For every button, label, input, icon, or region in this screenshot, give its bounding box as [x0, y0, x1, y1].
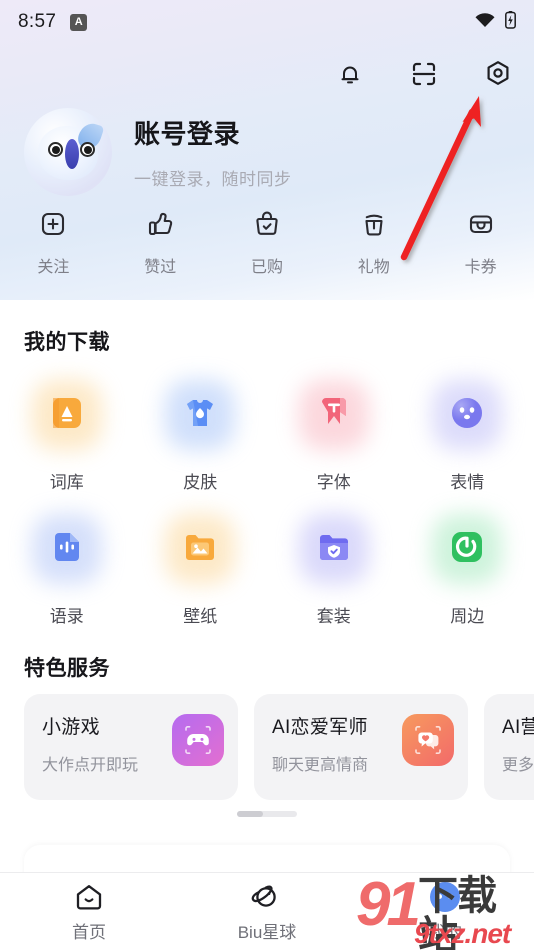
wallpaper-folder-icon — [177, 524, 223, 570]
section-title-downloads: 我的下载 — [24, 331, 110, 354]
quick-action-follow[interactable]: 关注 — [0, 205, 107, 277]
tile-background — [292, 372, 375, 454]
profile-header[interactable]: 账号登录 一键登录，随时同步 — [0, 108, 534, 196]
font-bookmark-icon — [311, 390, 357, 436]
download-item-label: 表情 — [450, 473, 485, 492]
scan-icon[interactable] — [402, 52, 446, 96]
battery-icon — [505, 10, 516, 34]
download-item-font[interactable]: 字体 — [267, 372, 401, 493]
quick-action-purchased[interactable]: 已购 — [214, 205, 321, 277]
tile-background — [25, 506, 108, 588]
tile-background — [159, 506, 242, 588]
download-item-emoji[interactable]: 表情 — [401, 372, 534, 493]
peripherals-power-icon — [444, 524, 490, 570]
avatar-eye-right — [80, 142, 95, 157]
plus-square-icon — [37, 205, 69, 243]
planet-icon — [249, 880, 285, 914]
nav-item-label: Biu星球 — [237, 923, 297, 942]
quick-action-label: 卡券 — [464, 259, 497, 276]
status-bar: 8:57 A — [0, 0, 534, 44]
nav-item-home[interactable]: 首页 — [0, 880, 178, 943]
quick-action-coupons[interactable]: 卡券 — [427, 205, 534, 277]
service-card-subtitle: 聊天更高情商 — [272, 757, 369, 774]
skin-shirt-icon — [177, 390, 223, 436]
profile-name: 账号登录 — [134, 119, 241, 149]
nav-item-label: 首页 — [72, 923, 106, 942]
user-avatar[interactable] — [24, 108, 112, 196]
service-card-minigames[interactable]: 小游戏 大作点开即玩 — [24, 694, 238, 800]
bag-check-icon — [251, 205, 283, 243]
tile-background — [25, 372, 108, 454]
profile-avatar-icon — [430, 880, 460, 914]
service-card-title: 小游戏 — [42, 717, 100, 738]
service-card-title: AI恋爱军师 — [272, 717, 368, 738]
download-item-quotes[interactable]: 语录 — [0, 506, 134, 627]
wallet-card-icon — [465, 205, 497, 243]
avatar-beak — [65, 139, 79, 169]
thumbs-up-icon — [144, 205, 176, 243]
status-bar-time: 8:57 — [18, 11, 57, 32]
service-card-subtitle: 大作点开即玩 — [42, 757, 139, 774]
download-item-skin[interactable]: 皮肤 — [134, 372, 268, 493]
avatar-eye-left — [48, 142, 63, 157]
service-card-ai-love-coach[interactable]: AI恋爱军师 聊天更高情商 — [254, 694, 468, 800]
service-card-subtitle: 更多营 — [502, 757, 534, 774]
app-screen: 8:57 A 账号登录 一键登录，随时同步 关注 赞过 已购 礼物 卡券 我的下… — [0, 0, 534, 950]
service-card-ai-marketing[interactable]: AI营销 更多营 — [484, 694, 534, 800]
download-item-label: 皮肤 — [183, 473, 218, 492]
carousel-scroll-thumb[interactable] — [237, 811, 263, 817]
downloads-grid-row-2: 语录 壁纸 套装 周边 — [0, 506, 534, 627]
nav-item-mine[interactable]: 我的 — [356, 880, 534, 943]
quick-action-label: 已购 — [250, 259, 283, 276]
quick-action-liked[interactable]: 赞过 — [107, 205, 214, 277]
download-item-label: 壁纸 — [183, 607, 218, 626]
quick-action-label: 赞过 — [144, 259, 177, 276]
service-card-text: AI恋爱军师 聊天更高情商 — [272, 712, 402, 775]
download-item-label: 语录 — [49, 607, 84, 626]
service-card-title: AI营销 — [502, 717, 534, 738]
download-item-label: 周边 — [450, 607, 485, 626]
tile-background — [426, 506, 509, 588]
profile-text-block: 账号登录 一键登录，随时同步 — [134, 114, 292, 190]
download-item-label: 词库 — [49, 473, 84, 492]
top-action-bar — [328, 52, 520, 96]
bottom-navigation-bar: 首页 Biu星球 我的 — [0, 872, 534, 950]
nav-avatar — [430, 882, 460, 912]
quick-action-label: 关注 — [37, 259, 70, 276]
carousel-scroll-indicator[interactable] — [237, 811, 297, 817]
status-bar-app-badge: A — [70, 13, 88, 31]
quick-action-label: 礼物 — [357, 259, 390, 276]
quotes-doc-icon — [44, 524, 90, 570]
profile-subtitle: 一键登录，随时同步 — [134, 170, 292, 189]
service-card-text: 小游戏 大作点开即玩 — [42, 712, 172, 775]
services-carousel[interactable]: 小游戏 大作点开即玩 AI恋爱军师 聊天更高情商 AI营 更多 — [0, 694, 534, 800]
service-card-text: AI营销 更多营 — [502, 712, 534, 775]
dictionary-icon — [44, 390, 90, 436]
download-item-label: 字体 — [316, 473, 351, 492]
emoji-face-icon — [444, 390, 490, 436]
download-item-dictionary[interactable]: 词库 — [0, 372, 134, 493]
downloads-grid-row-1: 词库 皮肤 字体 表情 — [0, 372, 534, 493]
quick-actions-row: 关注 赞过 已购 礼物 卡券 — [0, 205, 534, 277]
status-bar-indicators — [474, 10, 516, 34]
gamepad-icon — [172, 714, 224, 766]
nav-item-label: 我的 — [428, 923, 462, 942]
settings-hexagon-icon[interactable] — [476, 52, 520, 96]
nav-item-biu-planet[interactable]: Biu星球 — [178, 880, 356, 943]
notification-bell-icon[interactable] — [328, 52, 372, 96]
suite-folder-icon — [311, 524, 357, 570]
wifi-icon — [474, 12, 496, 33]
tile-background — [292, 506, 375, 588]
download-item-suite[interactable]: 套装 — [267, 506, 401, 627]
tile-background — [159, 372, 242, 454]
quick-action-gifts[interactable]: 礼物 — [320, 205, 427, 277]
gift-box-icon — [358, 205, 390, 243]
download-item-peripherals[interactable]: 周边 — [401, 506, 534, 627]
download-item-wallpaper[interactable]: 壁纸 — [134, 506, 268, 627]
download-item-label: 套装 — [316, 607, 351, 626]
love-chat-icon — [402, 714, 454, 766]
tile-background — [426, 372, 509, 454]
home-icon — [72, 880, 106, 914]
section-title-services: 特色服务 — [24, 657, 110, 680]
